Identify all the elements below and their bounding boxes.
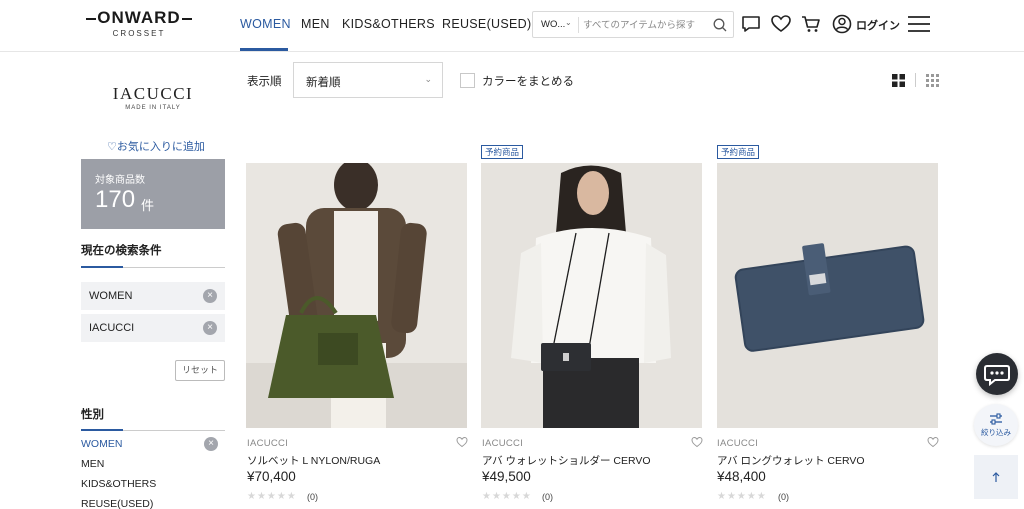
search-icon[interactable] (712, 17, 728, 33)
filter-label: 絞り込み (981, 428, 1011, 437)
nav-tab-men[interactable]: MEN (301, 17, 330, 31)
gender-section-title: 性別 (81, 409, 104, 421)
product-photo-wallet-shoulder (481, 163, 702, 428)
reset-button[interactable]: リセット (175, 360, 225, 381)
brand-logo: IACUCCI MADE IN ITALY (108, 84, 198, 111)
result-count-unit: 件 (141, 198, 155, 213)
result-count-label: 対象商品数 (95, 175, 145, 186)
group-colors-checkbox[interactable] (460, 73, 475, 88)
search-box: WO... ⌄ (532, 11, 734, 38)
search-divider (578, 17, 579, 33)
product-price: ¥48,400 (717, 469, 766, 484)
filter-button[interactable]: 絞り込み (974, 404, 1018, 446)
product-price: ¥70,400 (247, 469, 296, 484)
sort-value: 新着順 (306, 77, 341, 89)
remove-condition-icon[interactable]: × (203, 289, 217, 303)
favorite-heart-icon[interactable] (691, 436, 703, 448)
gender-option-kids-others[interactable]: KIDS&OTHERS (81, 478, 156, 490)
search-input[interactable] (583, 17, 703, 33)
gender-option-reuse-used[interactable]: REUSE(USED) (81, 498, 153, 509)
logo-main-text: ONWARD (86, 8, 192, 28)
view-toggle-divider (915, 73, 916, 87)
result-count-value: 170 (95, 186, 136, 213)
chat-bubble-icon (984, 365, 1010, 387)
product-brand: IACUCCI (482, 438, 524, 449)
favorite-heart-icon[interactable] (927, 436, 939, 448)
result-count-box: 対象商品数 170 件 (81, 159, 225, 229)
grid-small-view-icon[interactable] (926, 74, 939, 87)
gender-option-men[interactable]: MEN (81, 458, 104, 470)
condition-chip-iacucci: IACUCCI × (81, 314, 225, 342)
review-count: (0) (307, 492, 318, 502)
grid-large-view-icon[interactable] (892, 74, 905, 87)
condition-chip-label: IACUCCI (89, 322, 135, 334)
onward-crosset-logo[interactable]: ONWARD CROSSET (86, 8, 192, 42)
heart-icon[interactable] (770, 13, 792, 35)
product-price: ¥49,500 (482, 469, 531, 484)
sort-label: 表示順 (247, 76, 282, 88)
user-icon[interactable] (831, 13, 853, 35)
group-colors-label[interactable]: カラーをまとめる (482, 73, 574, 89)
arrow-up-icon (992, 472, 1000, 482)
product-name[interactable]: ソルベット L NYLON/RUGA (247, 453, 380, 468)
chat-icon[interactable] (740, 13, 762, 35)
nav-tab-women[interactable]: WOMEN (240, 17, 291, 31)
hamburger-menu-icon[interactable] (907, 13, 931, 35)
chevron-down-icon: ⌄ (565, 18, 572, 27)
login-link[interactable]: ログイン (856, 17, 900, 33)
condition-chip-label: WOMEN (89, 290, 133, 302)
add-favorite-brand-link[interactable]: ♡お気に入りに追加 (107, 138, 205, 154)
nav-active-indicator (240, 48, 288, 51)
rating-stars: ★★★★★ (247, 491, 297, 502)
brand-name: IACUCCI (112, 84, 194, 103)
nav-tab-kids-others[interactable]: KIDS&OTHERS (342, 17, 435, 31)
remove-gender-icon[interactable]: × (204, 437, 218, 451)
product-image[interactable] (481, 163, 702, 428)
section-accent (81, 266, 123, 268)
favorite-heart-icon[interactable] (456, 436, 468, 448)
search-scope-select[interactable]: WO... (541, 19, 565, 30)
gender-option-women[interactable]: WOMEN (81, 438, 122, 450)
preorder-tag: 予約商品 (481, 145, 524, 159)
chevron-down-icon: ⌄ (424, 74, 432, 84)
remove-condition-icon[interactable]: × (203, 321, 217, 335)
preorder-tag: 予約商品 (717, 145, 760, 159)
product-photo-long-wallet (717, 163, 938, 428)
cart-icon[interactable] (800, 13, 822, 35)
rating-stars: ★★★★★ (482, 491, 532, 502)
product-image[interactable] (246, 163, 467, 428)
nav-tab-reuse-used[interactable]: REUSE(USED) (442, 17, 531, 31)
current-conditions-title: 現在の検索条件 (81, 245, 162, 257)
logo-sub-text: CROSSET (112, 29, 166, 38)
scroll-to-top-button[interactable] (974, 455, 1018, 499)
product-brand: IACUCCI (247, 438, 289, 449)
sliders-icon (990, 413, 1002, 425)
product-brand: IACUCCI (717, 438, 759, 449)
sort-select[interactable]: 新着順 ⌄ (293, 62, 443, 98)
product-image[interactable] (717, 163, 938, 428)
section-accent (81, 429, 123, 431)
review-count: (0) (778, 492, 789, 502)
site-header: ONWARD CROSSET WOMEN MEN KIDS&OTHERS REU… (0, 0, 1024, 52)
brand-subtitle: MADE IN ITALY (125, 105, 181, 111)
condition-chip-women: WOMEN × (81, 282, 225, 310)
review-count: (0) (542, 492, 553, 502)
product-name[interactable]: アバ ロングウォレット CERVO (717, 453, 865, 468)
product-photo-tote-bag (246, 163, 467, 428)
rating-stars: ★★★★★ (717, 491, 767, 502)
product-name[interactable]: アバ ウォレットショルダー CERVO (482, 453, 651, 468)
chat-support-button[interactable] (976, 353, 1018, 395)
